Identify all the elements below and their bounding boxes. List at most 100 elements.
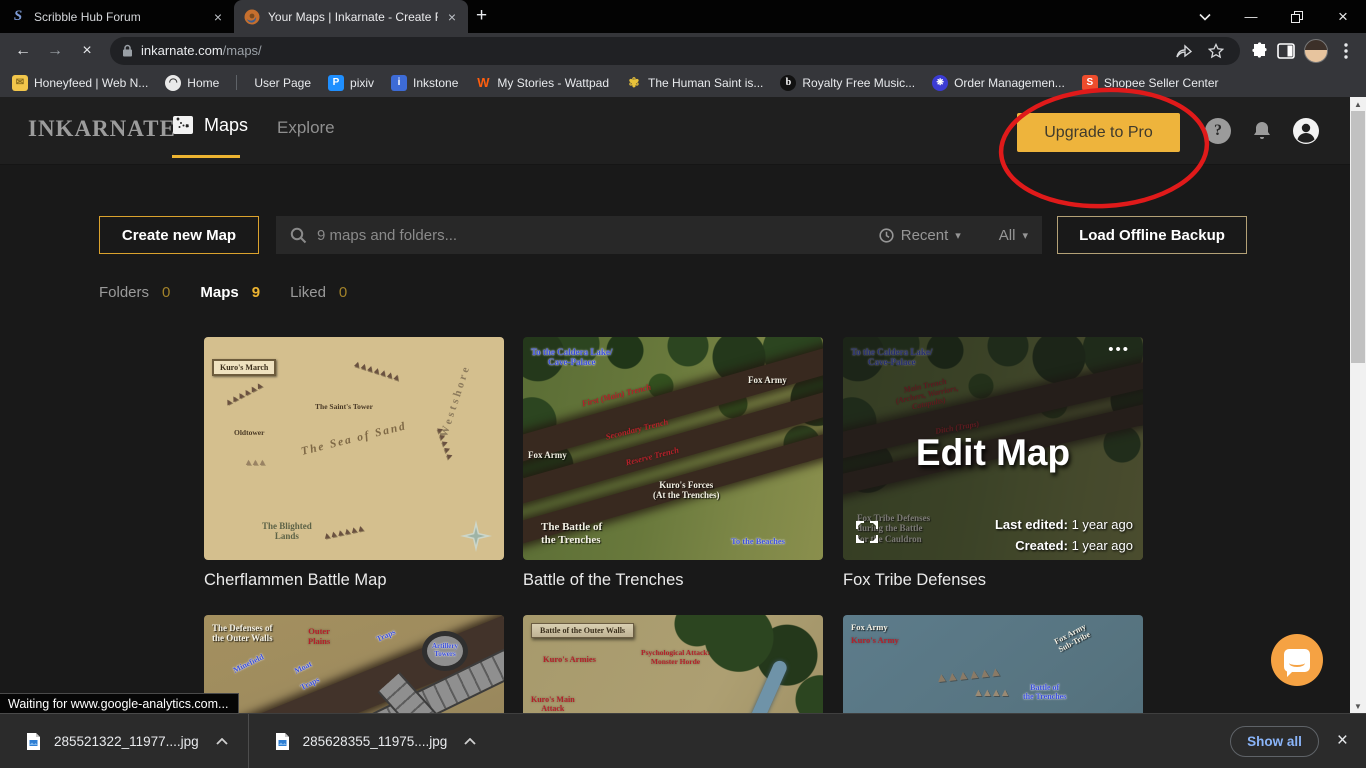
tab-count: 0: [162, 284, 170, 301]
map-label: Psychological Attack:Monster Horde: [641, 649, 710, 666]
show-all-button[interactable]: Show all: [1230, 726, 1319, 757]
bookmark-home[interactable]: ◠Home: [165, 75, 219, 91]
bookmark-pixiv[interactable]: Ppixiv: [328, 75, 374, 91]
extensions-puzzle-icon[interactable]: [1248, 39, 1272, 63]
created-value: 1 year ago: [1072, 538, 1133, 553]
tab-close-icon[interactable]: ×: [446, 10, 458, 24]
stop-icon[interactable]: ×: [72, 36, 102, 66]
map-label: OuterPlains: [308, 627, 330, 647]
inkarnate-logo[interactable]: Inkarnate: [28, 116, 176, 142]
chevron-down-icon: ▾: [955, 229, 961, 242]
bookmark-label: The Human Saint is...: [648, 76, 763, 90]
card-menu-icon[interactable]: •••: [1108, 341, 1130, 358]
browser-tab-scribblehub[interactable]: S Scribble Hub Forum ×: [0, 0, 234, 33]
tab-close-icon[interactable]: ×: [212, 10, 224, 24]
bookmark-label: Royalty Free Music...: [802, 76, 915, 90]
close-downloads-icon[interactable]: ×: [1337, 730, 1348, 752]
help-icon[interactable]: ?: [1205, 118, 1231, 144]
fullscreen-expand-icon[interactable]: [855, 520, 879, 544]
tab-count: 0: [339, 284, 347, 301]
map-label: The Saint's Tower: [312, 403, 376, 412]
scrollbar-thumb[interactable]: [1351, 111, 1365, 363]
notifications-bell-icon[interactable]: [1249, 118, 1275, 144]
honeyfeed-icon: ✉: [12, 75, 28, 91]
map-icon: [172, 114, 194, 136]
map-card-trenches[interactable]: To the Caldera Lake/Cave-Palace Fox Army…: [523, 337, 823, 590]
bookmark-shopee[interactable]: SShopee Seller Center: [1082, 75, 1219, 91]
back-icon[interactable]: ←: [8, 36, 38, 66]
side-panel-icon[interactable]: [1274, 39, 1298, 63]
map-label: Westshore: [438, 363, 473, 439]
bookmark-star-icon[interactable]: [1204, 39, 1228, 63]
status-bubble: Waiting for www.google-analytics.com...: [0, 693, 239, 714]
edit-map-button[interactable]: Edit Map: [843, 432, 1143, 474]
upgrade-to-pro-button[interactable]: Upgrade to Pro: [1017, 113, 1180, 152]
menu-dots-icon[interactable]: [1334, 39, 1358, 63]
map-thumbnail[interactable]: To the Caldera Lake/Cave-Palace Main Tre…: [843, 337, 1143, 560]
bookmark-separator: [236, 75, 237, 90]
load-offline-backup-button[interactable]: Load Offline Backup: [1057, 216, 1247, 254]
chevron-up-icon[interactable]: [464, 738, 476, 745]
filter-dropdown[interactable]: All ▾: [999, 227, 1028, 244]
map-label: Kuro's Forces(At the Trenches): [653, 480, 720, 501]
chevron-up-icon[interactable]: [216, 738, 228, 745]
download-item[interactable]: 285521322_11977....jpg: [0, 714, 248, 768]
image-file-icon: [26, 732, 41, 751]
nav-maps-label: Maps: [204, 115, 248, 136]
browser-titlebar: S Scribble Hub Forum × Your Maps | Inkar…: [0, 0, 1366, 33]
inkarnate-favicon: [244, 9, 260, 25]
map-label: The Defenses ofthe Outer Walls: [212, 623, 273, 644]
tab-search-icon[interactable]: [1182, 0, 1228, 33]
bookmark-royaltymusic[interactable]: bRoyalty Free Music...: [780, 75, 915, 91]
scroll-down-arrow[interactable]: ▼: [1350, 699, 1366, 713]
tab-liked[interactable]: Liked0: [290, 284, 347, 301]
page-scrollbar[interactable]: ▲ ▼: [1350, 97, 1366, 713]
chat-widget-button[interactable]: [1271, 634, 1323, 686]
nav-tab-maps[interactable]: Maps: [172, 114, 248, 136]
map-thumbnail[interactable]: To the Caldera Lake/Cave-Palace Fox Army…: [523, 337, 823, 560]
close-window-button[interactable]: ×: [1320, 0, 1366, 33]
profile-avatar[interactable]: [1304, 39, 1328, 63]
filter-label: All: [999, 227, 1016, 244]
map-label: Minefield: [232, 652, 266, 675]
map-title: Cherflammen Battle Map: [204, 571, 504, 590]
tab-title: Scribble Hub Forum: [34, 10, 204, 24]
card-hover-overlay: ••• Edit Map Last edited: 1 year ago Cre…: [843, 337, 1143, 560]
restore-button[interactable]: [1274, 0, 1320, 33]
scroll-up-arrow[interactable]: ▲: [1350, 97, 1366, 111]
map-label: To the Caldera Lake/Cave-Palace: [531, 347, 612, 368]
bookmark-userpage[interactable]: User Page: [254, 76, 311, 90]
map-label: Kuro's March: [212, 359, 276, 376]
map-label: Fox Army: [748, 375, 787, 385]
new-tab-button[interactable]: +: [468, 5, 501, 33]
map-label: Traps: [375, 627, 397, 643]
lock-icon: [122, 44, 133, 57]
url-path: /maps/: [223, 43, 262, 58]
search-input[interactable]: [317, 227, 869, 244]
map-label: Fox ArmySub-Tribe: [1053, 622, 1092, 654]
tab-maps[interactable]: Maps9: [200, 284, 260, 301]
download-item[interactable]: 285628355_11975....jpg: [249, 714, 497, 768]
bookmark-humansaint[interactable]: ✾The Human Saint is...: [626, 75, 763, 91]
bookmark-inkstone[interactable]: iInkstone: [391, 75, 458, 91]
wattpad-icon: W: [475, 75, 491, 91]
bookmark-ordermanagement[interactable]: ❋Order Managemen...: [932, 75, 1065, 91]
tab-folders[interactable]: Folders0: [99, 284, 170, 301]
map-label: Moat: [293, 659, 313, 675]
address-bar[interactable]: inkarnate.com/maps/: [110, 37, 1240, 65]
share-icon[interactable]: [1172, 39, 1196, 63]
forward-icon[interactable]: →: [40, 36, 70, 66]
card-meta: Last edited: 1 year ago Created: 1 year …: [995, 515, 1133, 557]
bookmark-label: User Page: [254, 76, 311, 90]
bookmark-wattpad[interactable]: WMy Stories - Wattpad: [475, 75, 609, 91]
create-new-map-button[interactable]: Create new Map: [99, 216, 259, 254]
account-icon[interactable]: [1293, 118, 1319, 144]
minimize-button[interactable]: —: [1228, 0, 1274, 33]
nav-tab-explore[interactable]: Explore: [277, 118, 335, 138]
browser-tab-inkarnate[interactable]: Your Maps | Inkarnate - Create Fa ×: [234, 0, 468, 33]
sort-dropdown[interactable]: Recent ▾: [879, 227, 961, 244]
bookmark-honeyfeed[interactable]: ✉Honeyfeed | Web N...: [12, 75, 148, 91]
map-card-cherflammen[interactable]: ▲▲▲▲▲▲ ▲▲▲▲▲▲▲ ▲▲▲▲▲ ▲▲▲▲▲▲ ▲▲▲ Kuro's M…: [204, 337, 504, 590]
map-thumbnail[interactable]: ▲▲▲▲▲▲ ▲▲▲▲▲▲▲ ▲▲▲▲▲ ▲▲▲▲▲▲ ▲▲▲ Kuro's M…: [204, 337, 504, 560]
map-card-foxtribe[interactable]: To the Caldera Lake/Cave-Palace Main Tre…: [843, 337, 1143, 590]
